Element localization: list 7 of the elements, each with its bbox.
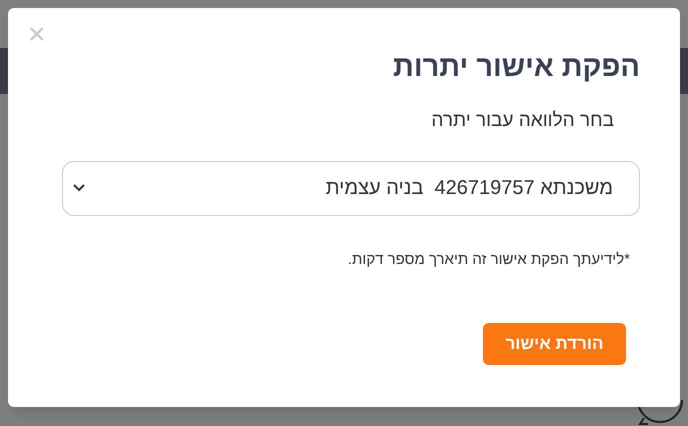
chevron-down-icon xyxy=(73,184,85,192)
note-text: *לידיעתך הפקת אישור זה תיארך מספר דקות. xyxy=(348,250,630,270)
dialog-title: הפקת אישור יתרות xyxy=(393,50,640,85)
close-button[interactable]: × xyxy=(28,22,46,48)
download-button[interactable]: הורדת אישור xyxy=(483,323,626,365)
select-label: בחר הלוואה עבור יתרה xyxy=(431,109,614,133)
loan-select[interactable]: משכנתא 426719757 בניה עצמית xyxy=(62,160,640,216)
